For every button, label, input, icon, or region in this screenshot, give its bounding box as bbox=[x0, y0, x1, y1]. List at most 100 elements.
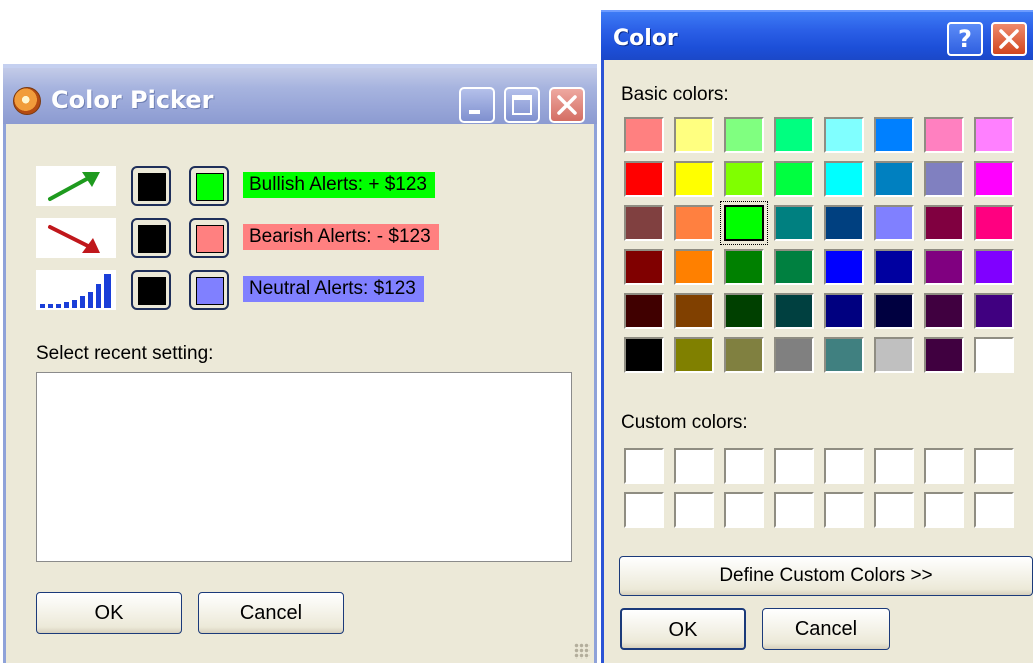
basic-color-swatch[interactable] bbox=[974, 293, 1014, 329]
basic-color-swatch[interactable] bbox=[624, 161, 664, 197]
custom-color-swatch[interactable] bbox=[874, 448, 914, 484]
basic-color-swatch[interactable] bbox=[824, 205, 864, 241]
ok-button[interactable]: OK bbox=[620, 608, 746, 650]
basic-color-swatch[interactable] bbox=[874, 205, 914, 241]
custom-color-swatch[interactable] bbox=[774, 492, 814, 528]
swatch-fill bbox=[196, 173, 224, 201]
neutral-background-swatch[interactable] bbox=[189, 270, 229, 310]
basic-color-swatch[interactable] bbox=[774, 249, 814, 285]
basic-color-swatch[interactable] bbox=[774, 293, 814, 329]
bullish-foreground-swatch[interactable] bbox=[131, 166, 171, 206]
basic-color-swatch[interactable] bbox=[724, 117, 764, 153]
color-picker-titlebar[interactable]: Color Picker bbox=[3, 64, 597, 124]
recent-settings-list[interactable] bbox=[36, 372, 572, 562]
swatch-fill bbox=[138, 173, 166, 201]
custom-color-swatch[interactable] bbox=[674, 448, 714, 484]
basic-color-swatch[interactable] bbox=[924, 205, 964, 241]
resize-grip[interactable] bbox=[574, 643, 590, 659]
basic-color-swatch[interactable] bbox=[924, 117, 964, 153]
basic-color-swatch[interactable] bbox=[774, 337, 814, 373]
bearish-alert-label: Bearish Alerts: - $123 bbox=[243, 224, 439, 250]
bullish-alert-label: Bullish Alerts: + $123 bbox=[243, 172, 435, 198]
basic-color-swatch[interactable] bbox=[874, 249, 914, 285]
basic-color-swatch[interactable] bbox=[720, 201, 768, 245]
bullish-background-swatch[interactable] bbox=[189, 166, 229, 206]
custom-color-swatch[interactable] bbox=[974, 448, 1014, 484]
basic-color-swatch[interactable] bbox=[674, 205, 714, 241]
basic-color-swatch[interactable] bbox=[874, 161, 914, 197]
bullish-alert-row: Bullish Alerts: + $123 bbox=[36, 166, 576, 210]
bullish-arrow-icon bbox=[36, 166, 116, 206]
basic-colors-label: Basic colors: bbox=[621, 84, 729, 105]
basic-color-swatch[interactable] bbox=[974, 337, 1014, 373]
basic-color-swatch[interactable] bbox=[774, 205, 814, 241]
basic-color-swatch[interactable] bbox=[674, 249, 714, 285]
custom-color-swatch[interactable] bbox=[824, 492, 864, 528]
custom-color-swatch[interactable] bbox=[924, 492, 964, 528]
basic-color-swatch[interactable] bbox=[674, 161, 714, 197]
custom-color-swatch[interactable] bbox=[924, 448, 964, 484]
bearish-background-swatch[interactable] bbox=[189, 218, 229, 258]
basic-color-swatch[interactable] bbox=[874, 337, 914, 373]
basic-color-swatch[interactable] bbox=[624, 293, 664, 329]
cancel-button[interactable]: Cancel bbox=[762, 608, 890, 650]
custom-color-swatch[interactable] bbox=[774, 448, 814, 484]
custom-color-swatch[interactable] bbox=[724, 448, 764, 484]
basic-color-swatch[interactable] bbox=[824, 249, 864, 285]
swatch-fill bbox=[138, 225, 166, 253]
bearish-alert-row: Bearish Alerts: - $123 bbox=[36, 218, 576, 262]
ok-button[interactable]: OK bbox=[36, 592, 182, 634]
custom-color-swatch[interactable] bbox=[724, 492, 764, 528]
minimize-button[interactable] bbox=[459, 87, 495, 123]
close-icon bbox=[557, 95, 577, 115]
basic-color-swatch[interactable] bbox=[774, 161, 814, 197]
basic-color-swatch[interactable] bbox=[674, 117, 714, 153]
custom-colors-label: Custom colors: bbox=[621, 412, 748, 433]
close-button[interactable] bbox=[549, 87, 585, 123]
basic-color-swatch[interactable] bbox=[624, 117, 664, 153]
basic-color-swatch[interactable] bbox=[724, 249, 764, 285]
swatch-fill bbox=[196, 225, 224, 253]
bearish-foreground-swatch[interactable] bbox=[131, 218, 171, 258]
basic-color-swatch[interactable] bbox=[724, 337, 764, 373]
basic-color-swatch[interactable] bbox=[624, 337, 664, 373]
basic-color-swatch[interactable] bbox=[974, 117, 1014, 153]
custom-color-swatch[interactable] bbox=[874, 492, 914, 528]
basic-color-swatch[interactable] bbox=[924, 337, 964, 373]
basic-color-swatch[interactable] bbox=[924, 249, 964, 285]
basic-color-swatch[interactable] bbox=[824, 117, 864, 153]
basic-color-swatch[interactable] bbox=[874, 117, 914, 153]
basic-color-swatch[interactable] bbox=[974, 161, 1014, 197]
custom-color-swatch[interactable] bbox=[824, 448, 864, 484]
custom-color-swatch[interactable] bbox=[624, 448, 664, 484]
basic-color-swatch[interactable] bbox=[824, 293, 864, 329]
custom-color-swatch[interactable] bbox=[624, 492, 664, 528]
define-custom-colors-button[interactable]: Define Custom Colors >> bbox=[619, 556, 1033, 596]
basic-color-swatch[interactable] bbox=[874, 293, 914, 329]
swatch-fill bbox=[196, 277, 224, 305]
basic-color-swatch[interactable] bbox=[674, 337, 714, 373]
color-picker-window: Color Picker Bullish Alerts: + $123 Bear… bbox=[3, 64, 597, 663]
cancel-button[interactable]: Cancel bbox=[198, 592, 344, 634]
close-button[interactable] bbox=[991, 22, 1027, 56]
basic-color-swatch[interactable] bbox=[624, 249, 664, 285]
basic-color-swatch[interactable] bbox=[974, 205, 1014, 241]
basic-color-swatch[interactable] bbox=[824, 161, 864, 197]
basic-color-swatch[interactable] bbox=[674, 293, 714, 329]
color-dialog-titlebar[interactable]: Color ? bbox=[601, 10, 1033, 60]
basic-color-swatch[interactable] bbox=[624, 205, 664, 241]
basic-color-swatch[interactable] bbox=[824, 337, 864, 373]
basic-color-swatch[interactable] bbox=[774, 117, 814, 153]
help-button[interactable]: ? bbox=[947, 22, 983, 56]
neutral-foreground-swatch[interactable] bbox=[131, 270, 171, 310]
basic-color-swatch[interactable] bbox=[974, 249, 1014, 285]
recent-setting-label: Select recent setting: bbox=[36, 343, 214, 364]
basic-color-swatch[interactable] bbox=[724, 293, 764, 329]
custom-color-swatch[interactable] bbox=[674, 492, 714, 528]
custom-color-swatch[interactable] bbox=[974, 492, 1014, 528]
basic-color-swatch[interactable] bbox=[924, 293, 964, 329]
maximize-button[interactable] bbox=[504, 87, 540, 123]
app-icon bbox=[13, 87, 41, 115]
basic-color-swatch[interactable] bbox=[924, 161, 964, 197]
basic-color-swatch[interactable] bbox=[724, 161, 764, 197]
